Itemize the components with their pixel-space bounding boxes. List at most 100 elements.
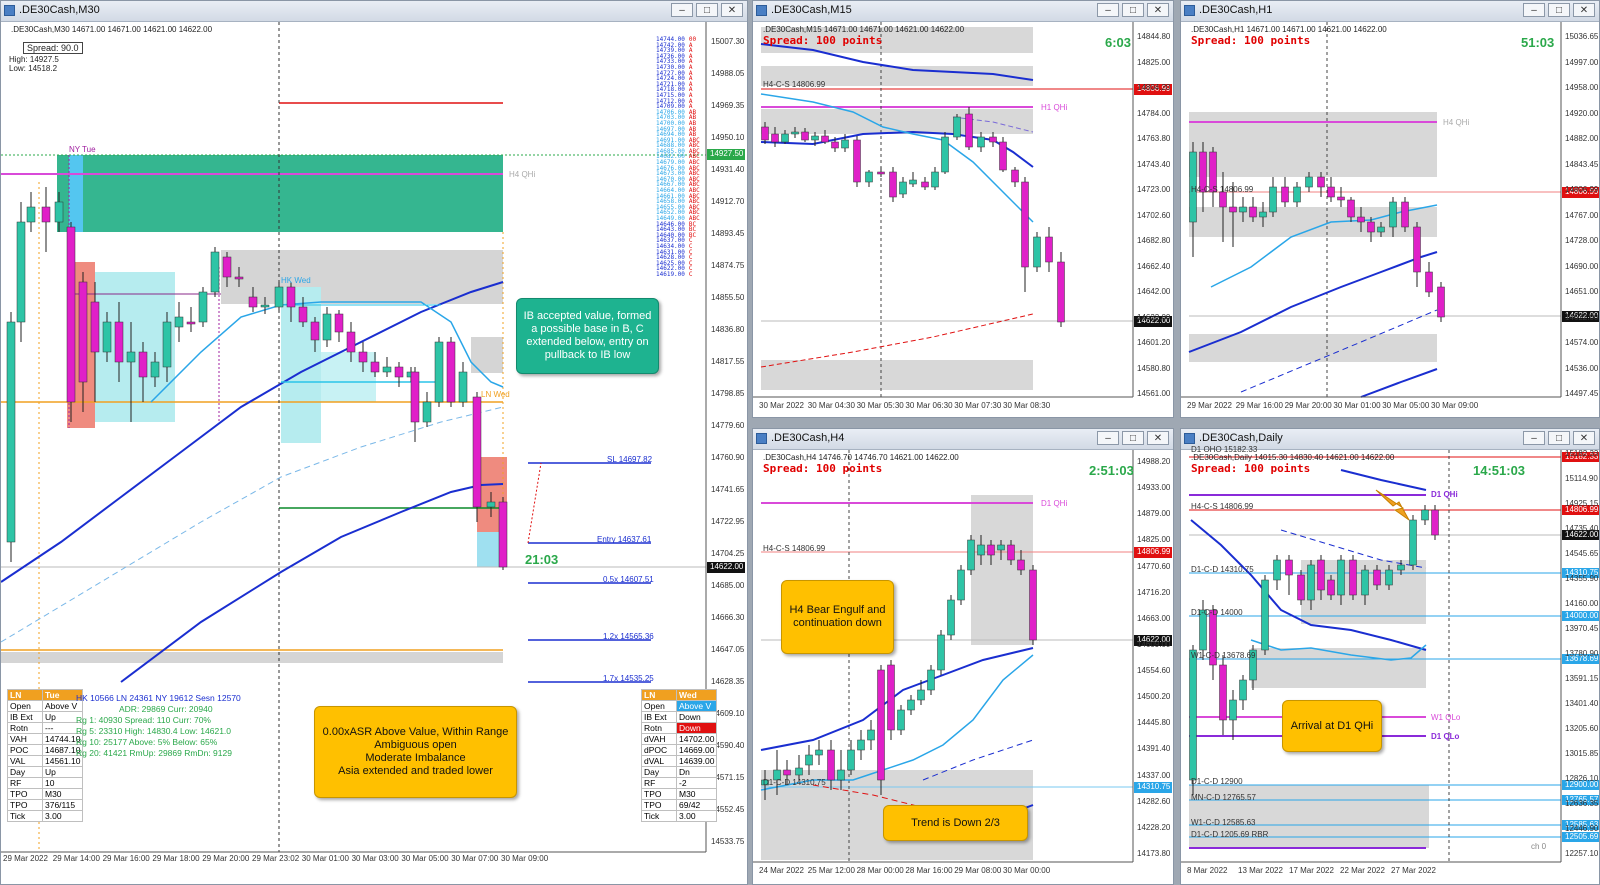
x05-label: 0.5x 14607.51 [603,575,654,584]
cyan-ib-bar [69,155,83,232]
chart-window-h4[interactable]: .DE30Cash,H4 – □ ✕ .DE30Cash,H4 14746.70… [752,428,1174,885]
window-title: .DE30Cash,M30 [19,4,100,16]
table-row: dVAH 14702.00 [641,733,718,745]
candle-body [222,256,232,278]
chart-plot-area[interactable]: .DE30Cash,H1 14671.00 14671.00 14621.00 … [1181,22,1599,417]
time-axis-label: 13 Mar 2022 [1238,866,1283,875]
chart-plot-area[interactable]: .DE30Cash,M30 14671.00 14671.00 14621.00… [1,22,747,884]
candle-body [927,669,935,691]
minimize-button[interactable]: – [1523,431,1545,445]
candle-body [54,201,64,223]
maximize-button[interactable]: □ [1548,431,1570,445]
minimize-button[interactable]: – [1097,3,1119,17]
table-cell: Down [675,722,718,734]
candle-body [210,251,220,293]
table-cell: Above V [675,700,718,712]
time-axis-label: 29 Mar 16:00 [1235,401,1283,410]
chart-window-daily[interactable]: .DE30Cash,Daily – □ ✕ .DE30Cash,Daily 14… [1180,428,1600,885]
candle-body [310,321,320,341]
candle-body [346,331,356,353]
maximize-button[interactable]: □ [1548,3,1570,17]
x17-label: 1.7x 14535.25 [603,674,654,683]
table-cell: M30 [675,788,718,800]
maximize-button[interactable]: □ [696,3,718,17]
candle-body [1029,569,1037,641]
candle-body [1373,569,1381,586]
candle-body [853,139,861,183]
price-axis-label: 14874.75 [711,261,745,270]
candle-body [1337,559,1345,596]
candle-body [1409,519,1417,566]
price-axis-label: 14997.00 [1565,57,1599,67]
chart-window-m15[interactable]: .DE30Cash,M15 – □ ✕ .DE30Cash,M15 14671.… [752,0,1174,418]
time-axis-label: 30 Mar 05:30 [856,401,904,410]
maximize-button[interactable]: □ [1122,431,1144,445]
price-axis-label: 14958.00 [1565,83,1599,92]
time-axis-label: 30 Mar 00:00 [1003,866,1051,875]
table-cell: M30 [41,788,84,800]
close-button[interactable]: ✕ [1147,3,1169,17]
candle-body [1239,679,1247,701]
candle-body [781,133,789,143]
candle-body [999,141,1007,171]
candle-body [1229,699,1237,721]
window-titlebar[interactable]: .DE30Cash,H1 – □ ✕ [1181,1,1599,22]
window-titlebar[interactable]: .DE30Cash,H4 – □ ✕ [753,429,1173,450]
candle-body [274,286,284,308]
symbol-header: .DE30Cash,H1 14671.00 14671.00 14621.00 … [1191,25,1387,34]
hk-wed-label: HK Wed [281,276,311,285]
window-titlebar[interactable]: .DE30Cash,M15 – □ ✕ [753,1,1173,22]
price-axis-label: 13401.40 [1565,699,1599,708]
price-axis-label: 14160.00 [1565,599,1599,608]
entry-label: Entry 14637.61 [597,535,652,544]
candle-body [821,135,829,143]
price-axis-label: 14912.70 [711,197,745,206]
maximize-button[interactable]: □ [1122,3,1144,17]
close-button[interactable]: ✕ [1147,431,1169,445]
candle-body [486,501,496,508]
minimize-button[interactable]: – [671,3,693,17]
candle-body [1229,206,1237,213]
minimize-button[interactable]: – [1097,431,1119,445]
price-axis-label: 14855.50 [711,293,745,302]
time-axis-label: 22 Mar 2022 [1340,866,1385,875]
price-axis-label: 14355.90 [1565,574,1599,583]
candle-body [987,544,995,556]
candle-body [114,321,124,363]
chart-plot-area[interactable]: .DE30Cash,M15 14671.00 14671.00 14621.00… [753,22,1173,417]
candle-body [150,361,160,378]
candle-body [472,396,482,508]
table-row: dVAL 14639.00 [641,755,718,767]
window-title: .DE30Cash,M15 [771,4,852,16]
table-row: LN Wed [641,689,718,701]
candle-body [1307,564,1315,601]
table-row: Open Above V [641,700,718,712]
candle-body [186,321,196,325]
candle-timer: 51:03 [1521,35,1555,50]
table-row: POC 14687.10 [7,744,84,756]
price-tag-label: 12505.69 [1565,832,1599,841]
w1-cd-label: W1-C-D 13678.69 [1191,651,1256,660]
chart-window-m30[interactable]: .DE30Cash,M30 – □ ✕ .DE30Cash,M30 14671.… [0,0,748,885]
minimize-button[interactable]: – [1523,3,1545,17]
time-axis-label: 29 Mar 16:00 [102,854,150,863]
chart-plot-area[interactable]: .DE30Cash,H4 14746.70 14746.70 14621.00 … [753,450,1173,884]
candle-body [1413,226,1421,273]
candle-body [1297,574,1305,601]
table-cell: 14702.00 [675,733,718,745]
candle-body [1431,509,1439,536]
window-titlebar[interactable]: .DE30Cash,M30 – □ ✕ [1,1,747,22]
close-button[interactable]: ✕ [1573,431,1595,445]
close-button[interactable]: ✕ [721,3,743,17]
price-axis-label: 14647.05 [711,645,745,654]
table-row: LN Tue [7,689,84,701]
h4-cs-label: H4-C-S 14806.99 [763,544,826,553]
chart-window-h1[interactable]: .DE30Cash,H1 – □ ✕ .DE30Cash,H1 14671.00… [1180,0,1600,418]
chart-plot-area[interactable]: .DE30Cash,Daily 14015.30 14830.40 14621.… [1181,445,1599,884]
close-button[interactable]: ✕ [1573,3,1595,17]
d1-cd-label: D1-C-D 14310.75 [763,778,826,787]
d1-qlo-label: D1 QLo [1431,732,1460,741]
tpo-cyan-wed2 [321,352,376,402]
price-axis-label: 14779.60 [711,421,745,430]
price-axis-label: 15036.65 [1565,32,1599,41]
